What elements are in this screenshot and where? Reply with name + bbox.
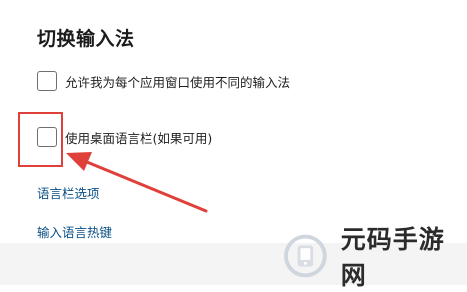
option-per-app-input[interactable]: 允许我为每个应用窗口使用不同的输入法 (37, 71, 290, 91)
desktop-language-bar-label[interactable]: 使用桌面语言栏(如果可用) (65, 128, 212, 147)
input-language-hotkeys-link[interactable]: 输入语言热键 (37, 222, 112, 241)
per-app-input-checkbox[interactable] (37, 71, 57, 91)
settings-page: 切换输入法 允许我为每个应用窗口使用不同的输入法 使用桌面语言栏(如果可用) 语… (0, 0, 467, 290)
option-desktop-language-bar[interactable]: 使用桌面语言栏(如果可用) (37, 127, 212, 147)
watermark: 元码手游网 (278, 225, 467, 290)
language-bar-options-link[interactable]: 语言栏选项 (37, 183, 100, 202)
watermark-text: 元码手游网 (340, 225, 445, 290)
desktop-language-bar-checkbox[interactable] (37, 127, 57, 147)
per-app-input-label[interactable]: 允许我为每个应用窗口使用不同的输入法 (65, 72, 290, 91)
section-title: 切换输入法 (37, 28, 135, 50)
brand-logo-icon (284, 234, 327, 278)
